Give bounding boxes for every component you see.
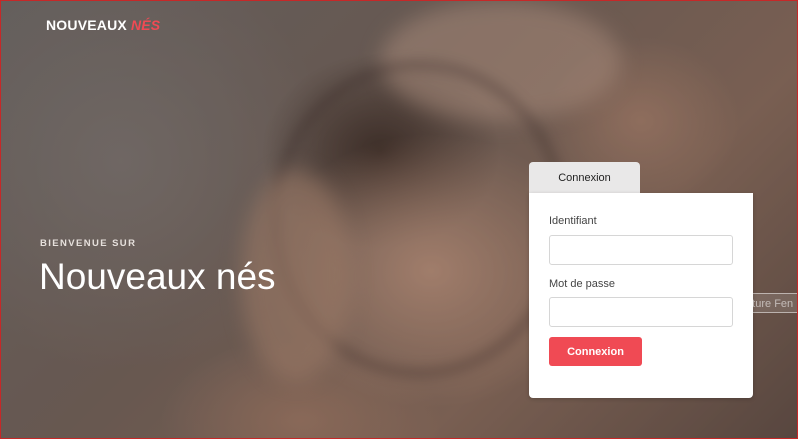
tab-connexion[interactable]: Connexion xyxy=(529,162,640,193)
welcome-text: BIENVENUE SUR xyxy=(40,238,137,249)
username-input[interactable] xyxy=(549,235,733,265)
page: NOUVEAUX NÉS BIENVENUE SUR Nouveaux nés C… xyxy=(0,0,798,439)
password-input[interactable] xyxy=(549,297,733,327)
brand-accent: NÉS xyxy=(130,17,161,33)
username-label: Identifiant xyxy=(549,215,597,227)
brand-name: NOUVEAUX xyxy=(46,17,127,33)
password-label: Mot de passe xyxy=(549,278,616,290)
brand-logo[interactable]: NOUVEAUX NÉS xyxy=(46,17,160,33)
hero-title: Nouveaux nés xyxy=(39,256,276,297)
login-button[interactable]: Connexion xyxy=(549,337,642,366)
login-form: Identifiant Mot de passe Connexion xyxy=(529,193,753,398)
